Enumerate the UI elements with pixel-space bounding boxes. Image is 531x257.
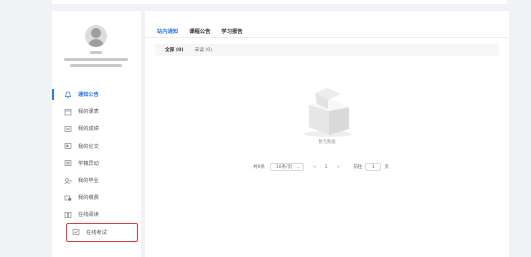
- sidebar-item-label: 我的缴费: [78, 195, 99, 202]
- tab-divider: [145, 37, 509, 38]
- grade-icon: [64, 125, 72, 133]
- sidebar-item-notices[interactable]: 通知公告: [52, 86, 141, 103]
- sidebar-item-label: 我的成绩: [78, 126, 99, 133]
- sidebar-item-reading[interactable]: 在线阅读: [52, 206, 141, 223]
- page-size-select[interactable]: 10条/页 ⌄: [269, 163, 304, 171]
- filter-all[interactable]: 全部 (0): [165, 47, 184, 53]
- sidebar-item-schedule[interactable]: 我的课表: [52, 103, 141, 120]
- pagination-total: 共0条: [253, 165, 265, 170]
- sidebar-item-label: 在线阅读: [78, 212, 99, 219]
- main-content: 站内通知 课程公告 学习报告 全部 (0) 未读 (0) 暂无数据 共0条 10…: [145, 11, 509, 257]
- user-name-blurred: [90, 51, 102, 54]
- book-icon: [64, 211, 72, 219]
- sidebar: 通知公告 我的课表 我的成绩 我的论文 学籍异动 我的毕业 我的缴费 在线阅读 …: [52, 11, 141, 257]
- sidebar-item-status-change[interactable]: 学籍异动: [52, 155, 141, 172]
- top-bar: [52, 0, 507, 4]
- calendar-icon: [64, 108, 72, 116]
- sidebar-item-label: 学籍异动: [78, 160, 99, 167]
- jump-label: 前往: [353, 165, 363, 170]
- sidebar-menu: 通知公告 我的课表 我的成绩 我的论文 学籍异动 我的毕业 我的缴费 在线阅读 …: [52, 86, 141, 242]
- page-unit-label: 页: [384, 165, 389, 170]
- graduation-icon: [64, 177, 72, 185]
- sidebar-item-label: 在线考试: [86, 229, 107, 236]
- sidebar-item-label: 通知公告: [78, 92, 99, 99]
- filter-unread[interactable]: 未读 (0): [195, 47, 213, 53]
- sidebar-item-thesis[interactable]: 我的论文: [52, 138, 141, 155]
- pagination: 共0条 10条/页 ⌄ < 1 > 前往 1 页: [253, 163, 389, 171]
- filter-bar: 全部 (0) 未读 (0): [155, 44, 499, 56]
- document-icon: [64, 142, 72, 150]
- sidebar-item-graduation[interactable]: 我的毕业: [52, 172, 141, 189]
- empty-state-text: 暂无数据: [318, 140, 336, 145]
- user-info-blurred-2: [70, 64, 122, 67]
- sidebar-item-payment[interactable]: 我的缴费: [52, 189, 141, 206]
- empty-illustration: [295, 85, 360, 141]
- bell-icon: [64, 91, 72, 99]
- list-icon: [64, 159, 72, 167]
- page-number-current[interactable]: 1: [325, 165, 328, 170]
- sidebar-item-online-exam[interactable]: 在线考试: [66, 222, 138, 242]
- avatar: [85, 25, 107, 47]
- payment-icon: [64, 194, 72, 202]
- jump-page-input[interactable]: 1: [365, 163, 382, 171]
- sidebar-item-label: 我的毕业: [78, 178, 99, 185]
- chevron-down-icon: ⌄: [296, 164, 300, 169]
- sidebar-item-label: 我的论文: [78, 143, 99, 150]
- next-page-button[interactable]: >: [337, 165, 341, 170]
- exam-icon: [72, 228, 80, 236]
- prev-page-button[interactable]: <: [313, 165, 317, 170]
- sidebar-item-label: 我的课表: [78, 109, 99, 116]
- user-info-blurred: [64, 58, 128, 61]
- sidebar-item-grades[interactable]: 我的成绩: [52, 120, 141, 137]
